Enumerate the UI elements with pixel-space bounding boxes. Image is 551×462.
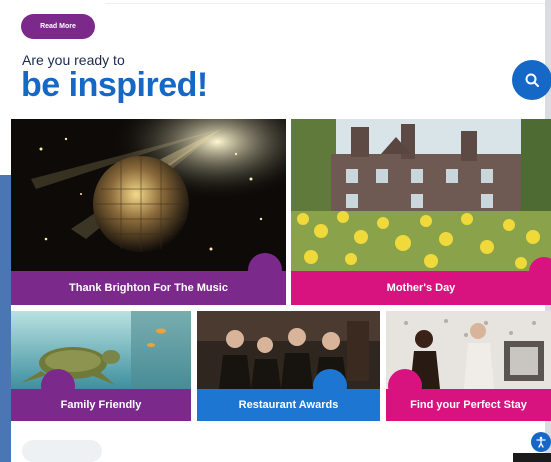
page-left-edge	[0, 175, 11, 462]
tile-label: Family Friendly	[11, 389, 191, 421]
accessibility-button[interactable]	[531, 432, 551, 452]
accessibility-icon	[536, 436, 546, 448]
tile-label: Mother's Day	[291, 271, 551, 305]
tile-image-manor-daffodils	[291, 119, 551, 271]
top-divider	[105, 3, 545, 4]
section-headline: be inspired!	[21, 66, 208, 104]
read-more-button[interactable]: Read More	[21, 14, 95, 39]
search-button[interactable]	[512, 60, 551, 100]
tile-perfect-stay[interactable]: Find your Perfect Stay	[386, 311, 551, 421]
tile-image-chefs-group	[197, 311, 380, 389]
tile-thank-brighton[interactable]: Thank Brighton For The Music	[11, 119, 286, 305]
tile-family-friendly[interactable]: Family Friendly	[11, 311, 191, 421]
tile-label: Restaurant Awards	[197, 389, 380, 421]
tile-mothers-day[interactable]: Mother's Day	[291, 119, 551, 305]
tile-restaurant-awards[interactable]: Restaurant Awards	[197, 311, 380, 421]
tile-label: Find your Perfect Stay	[386, 389, 551, 421]
tile-label: Thank Brighton For The Music	[11, 271, 286, 305]
search-icon	[525, 73, 539, 87]
corner-widget[interactable]	[513, 453, 551, 462]
footer-decoration	[22, 440, 102, 462]
tile-image-disco-ball	[11, 119, 286, 271]
tile-image-aquarium-turtle	[11, 311, 191, 389]
